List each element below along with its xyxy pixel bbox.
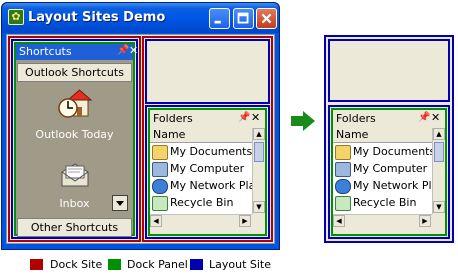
- vertical-scrollbar[interactable]: ▲ ▼: [252, 128, 265, 214]
- item-label: My Documents: [170, 145, 252, 158]
- dock-panel-swatch: [108, 259, 121, 270]
- inbox-icon[interactable]: [60, 160, 90, 188]
- list-item[interactable]: My Network Pla: [150, 177, 252, 194]
- scroll-right-arrow[interactable]: ▶: [419, 215, 431, 227]
- name-column-header[interactable]: Name: [333, 128, 432, 143]
- list-item[interactable]: Recycle Bin: [150, 194, 252, 211]
- item-label: My Network Pla: [170, 179, 252, 192]
- scroll-up-arrow[interactable]: ▲: [253, 128, 265, 140]
- shortcuts-title: Shortcuts: [19, 45, 72, 58]
- folders-list: My Documents My Computer My Network Pla …: [333, 143, 432, 214]
- scroll-left-arrow[interactable]: ◀: [150, 215, 162, 227]
- app-icon: ✿: [8, 9, 24, 25]
- folders-list: My Documents My Computer My Network Pla …: [150, 143, 252, 214]
- demo-window: ✿ Layout Sites Demo Shortcuts 📌 ✕ Outloo…: [1, 2, 280, 250]
- outlook-shortcuts-button[interactable]: Outlook Shortcuts: [17, 63, 132, 82]
- folders-title: Folders: [336, 112, 376, 125]
- list-item[interactable]: Recycle Bin: [333, 194, 432, 211]
- bottom-layout-site: Folders 📌 ✕ Name My Documents My Compute…: [328, 105, 450, 239]
- scroll-down-arrow[interactable]: ▼: [433, 201, 445, 213]
- folders-header[interactable]: Folders 📌 ✕: [150, 110, 265, 128]
- shortcuts-body: Outlook Shortcuts Outlook Today Inbox Ot…: [16, 60, 133, 237]
- list-item[interactable]: My Computer: [150, 160, 252, 177]
- my-computer-icon: [152, 161, 168, 177]
- pin-icon[interactable]: 📌: [117, 45, 129, 56]
- name-column-header[interactable]: Name: [150, 128, 252, 143]
- layout-site-swatch: [190, 259, 203, 270]
- scroll-left-arrow[interactable]: ◀: [333, 215, 345, 227]
- vertical-scrollbar[interactable]: ▲ ▼: [432, 128, 445, 214]
- recycle-bin-icon: [335, 195, 351, 211]
- title-bar[interactable]: ✿ Layout Sites Demo: [2, 3, 279, 33]
- dock-site-swatch: [30, 259, 43, 270]
- list-item[interactable]: My Computer: [333, 160, 432, 177]
- scroll-thumb[interactable]: [254, 142, 264, 162]
- outlook-today-icon[interactable]: [56, 88, 93, 122]
- scroll-right-arrow[interactable]: ▶: [239, 215, 251, 227]
- top-layout-site: [328, 39, 450, 102]
- other-shortcuts-button[interactable]: Other Shortcuts: [17, 218, 132, 237]
- pin-icon[interactable]: 📌: [418, 112, 430, 123]
- right-dock-site: Folders 📌 ✕ Name My Documents My Compute…: [142, 36, 273, 242]
- name-column-label: Name: [153, 128, 186, 141]
- outlook-today-label[interactable]: Outlook Today: [16, 128, 133, 141]
- scroll-down-arrow[interactable]: ▼: [253, 201, 265, 213]
- shortcuts-dock-panel: Shortcuts 📌 ✕ Outlook Shortcuts Outlook …: [14, 42, 138, 237]
- legend-label: Dock Panel: [127, 258, 188, 271]
- my-documents-icon: [152, 144, 168, 160]
- minimize-button[interactable]: [209, 8, 230, 29]
- horizontal-scrollbar[interactable]: ◀ ▶: [150, 214, 252, 227]
- left-dock-site: Shortcuts 📌 ✕ Outlook Shortcuts Outlook …: [8, 36, 141, 242]
- item-label: My Computer: [353, 162, 428, 175]
- horizontal-scrollbar[interactable]: ◀ ▶: [333, 214, 432, 227]
- recycle-bin-icon: [152, 195, 168, 211]
- right-arrow-icon: [290, 110, 316, 132]
- item-label: My Computer: [170, 162, 245, 175]
- my-computer-icon: [335, 161, 351, 177]
- left-layout-site: Shortcuts 📌 ✕ Outlook Shortcuts Outlook …: [11, 39, 138, 239]
- legend: Dock Site Dock Panel Layout Site: [0, 258, 458, 272]
- list-item[interactable]: My Network Pla: [333, 177, 432, 194]
- list-item[interactable]: My Documents: [333, 143, 432, 160]
- scroll-thumb[interactable]: [434, 142, 444, 162]
- pin-icon[interactable]: 📌: [238, 112, 250, 123]
- shortcuts-header[interactable]: Shortcuts 📌 ✕: [16, 44, 138, 60]
- item-label: My Network Pla: [353, 179, 432, 192]
- list-item[interactable]: My Documents: [150, 143, 252, 160]
- name-column-label: Name: [336, 128, 369, 141]
- panel-close-icon[interactable]: ✕: [129, 44, 138, 57]
- legend-label: Dock Site: [50, 258, 103, 271]
- panel-close-icon[interactable]: ✕: [431, 111, 440, 124]
- maximize-button[interactable]: [233, 8, 254, 29]
- folders-title: Folders: [153, 112, 193, 125]
- item-label: Recycle Bin: [170, 196, 234, 209]
- top-layout-site: [145, 39, 270, 104]
- bottom-layout-site: Folders 📌 ✕ Name My Documents My Compute…: [145, 105, 270, 239]
- item-label: Recycle Bin: [353, 196, 417, 209]
- item-label: My Documents: [353, 145, 432, 158]
- legend-label: Layout Site: [209, 258, 272, 271]
- folders-header[interactable]: Folders 📌 ✕: [333, 110, 445, 128]
- network-places-icon: [152, 178, 168, 194]
- scroll-up-arrow[interactable]: ▲: [433, 128, 445, 140]
- window-title: Layout Sites Demo: [28, 10, 166, 25]
- folders-dock-panel: Folders 📌 ✕ Name My Documents My Compute…: [148, 108, 267, 236]
- layout-site-diagram: Folders 📌 ✕ Name My Documents My Compute…: [324, 35, 454, 243]
- close-button[interactable]: [256, 8, 277, 29]
- panel-close-icon[interactable]: ✕: [251, 111, 260, 124]
- scroll-down-button[interactable]: [112, 195, 128, 211]
- folders-dock-panel: Folders 📌 ✕ Name My Documents My Compute…: [331, 108, 447, 236]
- network-places-icon: [335, 178, 351, 194]
- my-documents-icon: [335, 144, 351, 160]
- window-client-area: Shortcuts 📌 ✕ Outlook Shortcuts Outlook …: [6, 34, 275, 244]
